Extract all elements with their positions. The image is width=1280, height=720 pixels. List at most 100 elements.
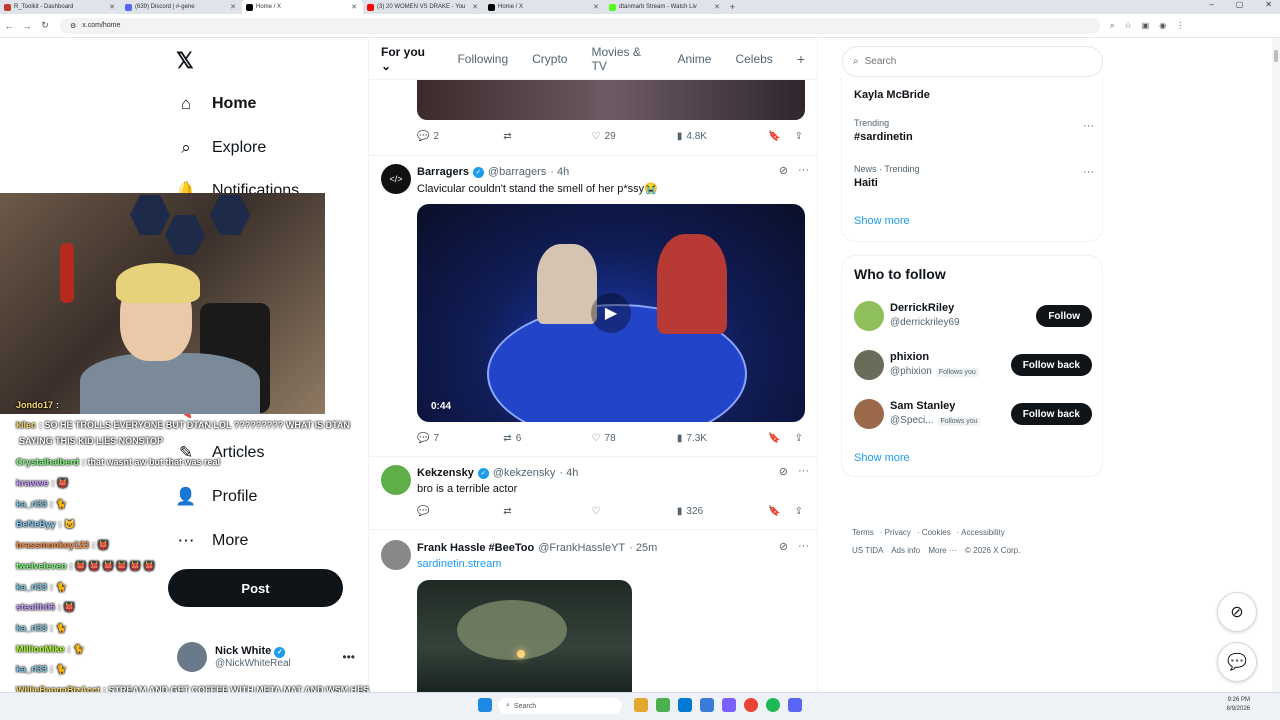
share-icon[interactable]: ⇪ [795, 131, 803, 142]
close-tab-icon[interactable]: ✕ [714, 3, 720, 11]
profile-icon[interactable]: ◉ [1159, 21, 1166, 31]
site-info-icon[interactable]: ⚙ [70, 22, 76, 30]
close-window-button[interactable]: ✕ [1265, 0, 1272, 9]
chat-username[interactable]: krawwe [16, 478, 49, 488]
browser-tab[interactable]: Home / X ✕ [242, 0, 363, 14]
maximize-button[interactable]: ▢ [1236, 0, 1244, 9]
views-button[interactable]: ▮ 7.3K [677, 433, 768, 444]
back-arrow-icon[interactable]: ← [0, 21, 18, 31]
chat-username[interactable]: kilec [16, 420, 36, 430]
repost-button[interactable]: ⇄ [503, 131, 591, 142]
browser-tab[interactable]: dtanmarb Stream - Watch Liv ✕ [605, 0, 726, 14]
bookmark-star-icon[interactable]: ☆ [1124, 21, 1131, 31]
address-bar[interactable]: ⚙ x.com/home [60, 17, 1100, 34]
discord-icon[interactable] [788, 698, 802, 712]
more-icon[interactable]: ··· [1083, 120, 1094, 132]
tab-celebs[interactable]: Celebs [735, 52, 772, 66]
like-button[interactable]: ♡ [592, 506, 677, 517]
bookmark-icon[interactable]: 🔖 [768, 131, 780, 142]
tweet-time[interactable]: · 4h [559, 467, 578, 479]
video-player[interactable]: ▶ 0:44 [417, 204, 805, 422]
chrome-icon[interactable] [744, 698, 758, 712]
chat-username[interactable]: ka_rl33 [16, 582, 47, 592]
tab-crypto[interactable]: Crypto [532, 52, 567, 66]
system-clock[interactable]: 9:26 PM 8/9/2026 [1227, 696, 1250, 714]
reply-button[interactable]: 💬 [417, 506, 503, 517]
avatar[interactable] [854, 301, 884, 331]
app-icon[interactable] [722, 698, 736, 712]
chat-username[interactable]: ka_rl33 [16, 499, 47, 509]
spotify-icon[interactable] [766, 698, 780, 712]
browser-tab[interactable]: (639) Discord | #-gene ✕ [121, 0, 242, 14]
grok-icon[interactable]: ⊘ [779, 540, 788, 553]
post-media-image[interactable] [417, 580, 632, 692]
trend-item[interactable]: News · Trending Haiti ··· [854, 164, 1094, 189]
avatar[interactable] [381, 540, 411, 570]
tweet-author[interactable]: Frank Hassle #BeeToo [417, 542, 534, 554]
footer-link[interactable]: Privacy [885, 528, 911, 537]
messages-button[interactable]: 💬 [1217, 642, 1257, 682]
grok-icon[interactable]: ⊘ [779, 164, 788, 177]
nav-explore[interactable]: ⌕ Explore [176, 138, 266, 158]
add-tab-icon[interactable]: + [797, 51, 805, 67]
nav-more[interactable]: ⋯ More [176, 531, 249, 551]
follow-suggestion[interactable]: Sam Stanley @Speci... Follows you Follow … [854, 398, 1092, 430]
more-icon[interactable]: ··· [1083, 166, 1094, 178]
who-to-follow-show-more-link[interactable]: Show more [854, 452, 910, 464]
follow-back-button[interactable]: Follow back [1010, 403, 1092, 425]
grok-icon[interactable]: ⊘ [779, 465, 788, 478]
share-icon[interactable]: ⇪ [795, 433, 803, 444]
like-button[interactable]: ♡ 78 [592, 433, 677, 444]
chat-username[interactable]: MillionMike [16, 644, 65, 654]
browser-tab[interactable]: Home / X ✕ [484, 0, 605, 14]
post-button[interactable]: Post [168, 569, 343, 607]
page-scrollbar[interactable] [1272, 38, 1280, 692]
footer-link[interactable]: More ··· [928, 546, 956, 555]
tweet-author[interactable]: Barragers [417, 166, 469, 178]
windows-start-icon[interactable] [478, 698, 492, 712]
trend-item[interactable]: Trending #sardinetin ··· [854, 118, 1094, 143]
app-icon[interactable] [700, 698, 714, 712]
tweet-time[interactable]: · 25m [629, 542, 657, 554]
account-switcher[interactable]: Nick White ✓ @NickWhiteReal ••• [177, 642, 355, 672]
nav-home[interactable]: ⌂ Home [176, 94, 257, 114]
more-icon[interactable]: ··· [798, 164, 809, 177]
tweet-link[interactable]: sardinetin.stream [417, 558, 501, 570]
follow-suggestion[interactable]: phixion @phixion Follows you Follow back [854, 349, 1092, 381]
edge-icon[interactable] [678, 698, 692, 712]
account-menu-icon[interactable]: ••• [342, 650, 355, 664]
new-tab-button[interactable]: + [730, 2, 735, 12]
tweet-author[interactable]: Kekzensky [417, 467, 474, 479]
chat-username[interactable]: Jondo17 [16, 400, 53, 410]
browser-tab[interactable]: R_Toolkit - Dashboard ✕ [0, 0, 121, 14]
repost-button[interactable]: ⇄ 6 [503, 433, 591, 444]
browser-menu-icon[interactable]: ⋮ [1176, 21, 1184, 31]
zoom-icon[interactable]: ⌕ [1110, 21, 1114, 31]
chat-username[interactable]: Crystalhalberd [16, 457, 79, 467]
chat-username[interactable]: stealth06 [16, 602, 55, 612]
tab-following[interactable]: Following [457, 52, 508, 66]
tab-for-you[interactable]: For you ⌄ [381, 45, 433, 73]
share-icon[interactable]: ⇪ [795, 506, 803, 517]
follow-suggestion[interactable]: DerrickRiley @derrickriley69 Follow [854, 300, 1092, 332]
views-button[interactable]: ▮ 326 [677, 506, 768, 517]
reply-button[interactable]: 💬 7 [417, 433, 503, 444]
file-explorer-icon[interactable] [634, 698, 648, 712]
like-button[interactable]: ♡ 29 [592, 131, 677, 142]
avatar[interactable]: </> [381, 164, 411, 194]
avatar[interactable] [854, 399, 884, 429]
app-icon[interactable] [656, 698, 670, 712]
x-logo[interactable]: 𝕏 [176, 48, 194, 74]
more-icon[interactable]: ··· [798, 540, 809, 553]
tweet-time[interactable]: · 4h [550, 166, 569, 178]
views-button[interactable]: ▮ 4.8K [677, 131, 768, 142]
reload-icon[interactable]: ↻ [36, 20, 54, 31]
chat-username[interactable]: twelveleven [16, 561, 67, 571]
search-input[interactable] [864, 56, 1085, 67]
play-icon[interactable]: ▶ [591, 293, 631, 333]
bookmark-icon[interactable]: 🔖 [768, 433, 780, 444]
browser-tab[interactable]: (3) 20 WOMEN VS DRAKE - You ✕ [363, 0, 484, 14]
tweet-handle[interactable]: @FrankHassleYT [538, 542, 625, 554]
more-icon[interactable]: ··· [798, 465, 809, 478]
bookmark-icon[interactable]: 🔖 [768, 506, 780, 517]
